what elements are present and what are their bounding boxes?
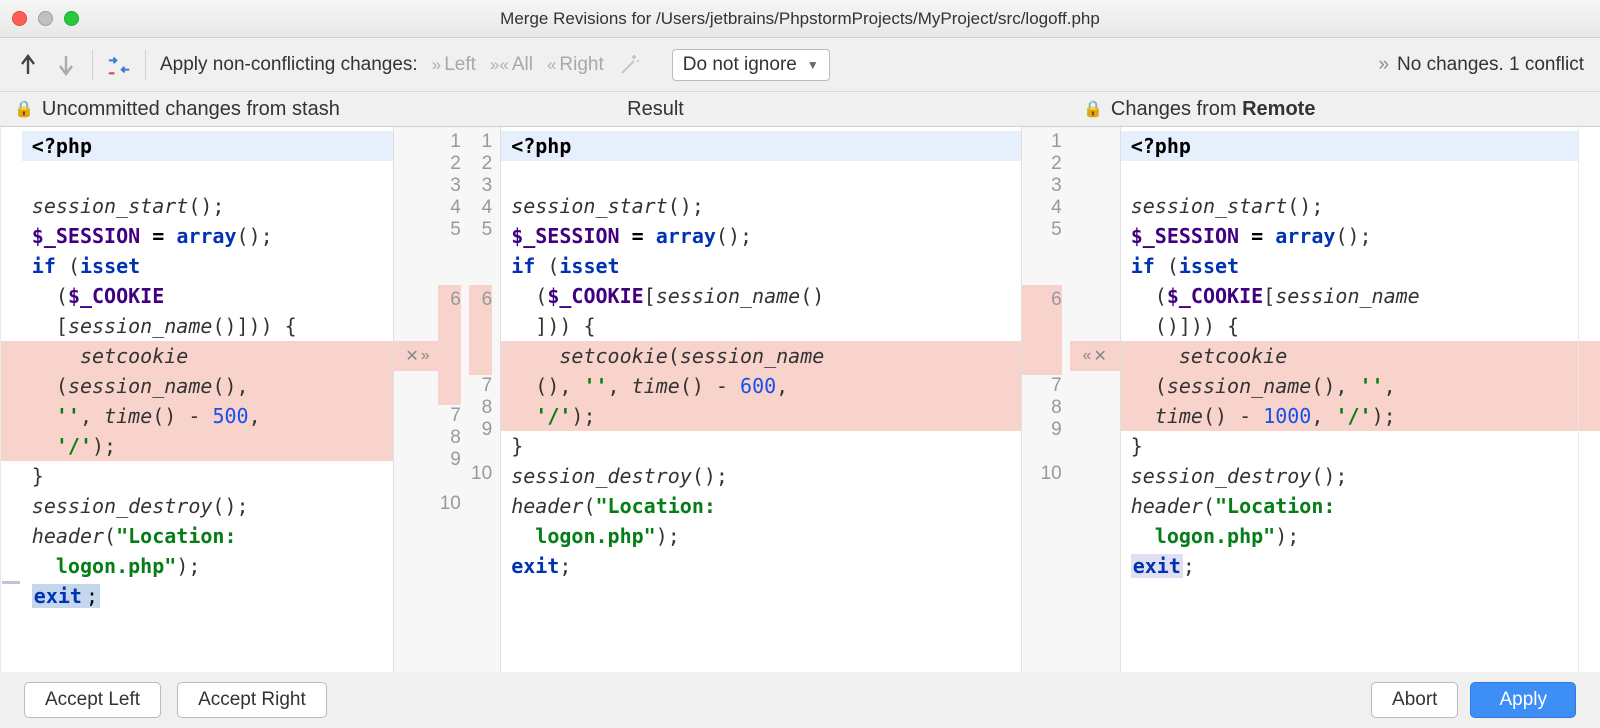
traffic-lights bbox=[12, 11, 79, 26]
close-window-button[interactable] bbox=[12, 11, 27, 26]
next-diff-icon[interactable] bbox=[54, 53, 78, 77]
ignore-whitespace-combo[interactable]: Do not ignore ▼ bbox=[672, 49, 830, 81]
apply-right-label: Right bbox=[559, 54, 603, 76]
apply-left-label: Left bbox=[444, 54, 476, 76]
magic-wand-icon[interactable] bbox=[618, 53, 642, 77]
right-overview-stripe bbox=[1578, 127, 1600, 672]
chevron-down-icon: ▼ bbox=[807, 58, 819, 72]
titlebar: Merge Revisions for /Users/jetbrains/Php… bbox=[0, 0, 1600, 38]
reject-left-icon[interactable]: ✕ bbox=[405, 346, 418, 366]
pane-headers: 🔒 Uncommitted changes from stash Result … bbox=[0, 92, 1600, 126]
maximize-window-button[interactable] bbox=[64, 11, 79, 26]
prev-diff-icon[interactable] bbox=[16, 53, 40, 77]
apply-all-button[interactable]: »« All bbox=[490, 54, 533, 76]
accept-right-button[interactable]: Accept Right bbox=[177, 682, 327, 718]
apply-all-label: All bbox=[512, 54, 533, 76]
separator bbox=[92, 50, 93, 80]
double-chevron-left-icon: « bbox=[547, 55, 556, 75]
result-pane[interactable]: ✔ <?php session_start(); $_SESSION = arr… bbox=[501, 127, 1021, 672]
apply-right-button[interactable]: « Right bbox=[547, 54, 604, 76]
left-line-numbers: 12345 6 789 10 bbox=[438, 131, 469, 672]
combo-value: Do not ignore bbox=[683, 54, 797, 76]
left-overview-stripe bbox=[0, 127, 22, 672]
footer: Accept Left Accept Right Abort Apply bbox=[0, 672, 1600, 728]
magic-resolve-icon[interactable] bbox=[107, 53, 131, 77]
left-code[interactable]: ✔ <?php session_start(); $_SESSION = arr… bbox=[22, 127, 393, 672]
right-code[interactable]: ✔ <?php session_start(); $_SESSION = arr… bbox=[1121, 127, 1579, 672]
double-chevron-both-icon: »« bbox=[490, 55, 509, 75]
apply-button[interactable]: Apply bbox=[1470, 682, 1576, 718]
merge-area: ✔ <?php session_start(); $_SESSION = arr… bbox=[0, 126, 1600, 672]
right-pane[interactable]: ✔ <?php session_start(); $_SESSION = arr… bbox=[1121, 127, 1579, 672]
left-pane-header: 🔒 Uncommitted changes from stash bbox=[8, 98, 418, 121]
mid-right-gutter: 12345 6 789 10 « ✕ bbox=[1021, 127, 1121, 672]
right-pane-header: 🔒 Changes from Remote bbox=[893, 98, 1592, 121]
accept-left-icon[interactable]: » bbox=[421, 347, 430, 365]
accept-left-button[interactable]: Accept Left bbox=[24, 682, 161, 718]
minimize-window-button[interactable] bbox=[38, 11, 53, 26]
window-title: Merge Revisions for /Users/jetbrains/Php… bbox=[0, 9, 1600, 29]
toolbar: Apply non-conflicting changes: » Left »«… bbox=[0, 38, 1600, 92]
apply-non-conflicting-label: Apply non-conflicting changes: bbox=[160, 54, 418, 76]
double-chevron-right-icon: » bbox=[1378, 54, 1389, 76]
result-pane-header: Result bbox=[418, 98, 893, 121]
reject-right-icon[interactable]: ✕ bbox=[1093, 346, 1106, 366]
left-pane[interactable]: ✔ <?php session_start(); $_SESSION = arr… bbox=[22, 127, 393, 672]
apply-left-button[interactable]: » Left bbox=[432, 54, 476, 76]
right-line-numbers: 12345 6 789 10 bbox=[1022, 131, 1070, 672]
double-chevron-right-icon: » bbox=[432, 55, 441, 75]
mid-left-line-numbers: 12345 6 789 10 bbox=[469, 131, 500, 672]
lock-icon: 🔒 bbox=[1083, 99, 1103, 119]
accept-right-icon[interactable]: « bbox=[1083, 347, 1092, 365]
abort-button[interactable]: Abort bbox=[1371, 682, 1458, 718]
left-mid-gutter: ✕ » 12345 6 789 10 12345 6 789 10 bbox=[393, 127, 502, 672]
separator bbox=[145, 50, 146, 80]
result-code[interactable]: ✔ <?php session_start(); $_SESSION = arr… bbox=[501, 127, 1021, 672]
status-text: » No changes. 1 conflict bbox=[1378, 54, 1584, 76]
lock-icon: 🔒 bbox=[14, 99, 34, 119]
